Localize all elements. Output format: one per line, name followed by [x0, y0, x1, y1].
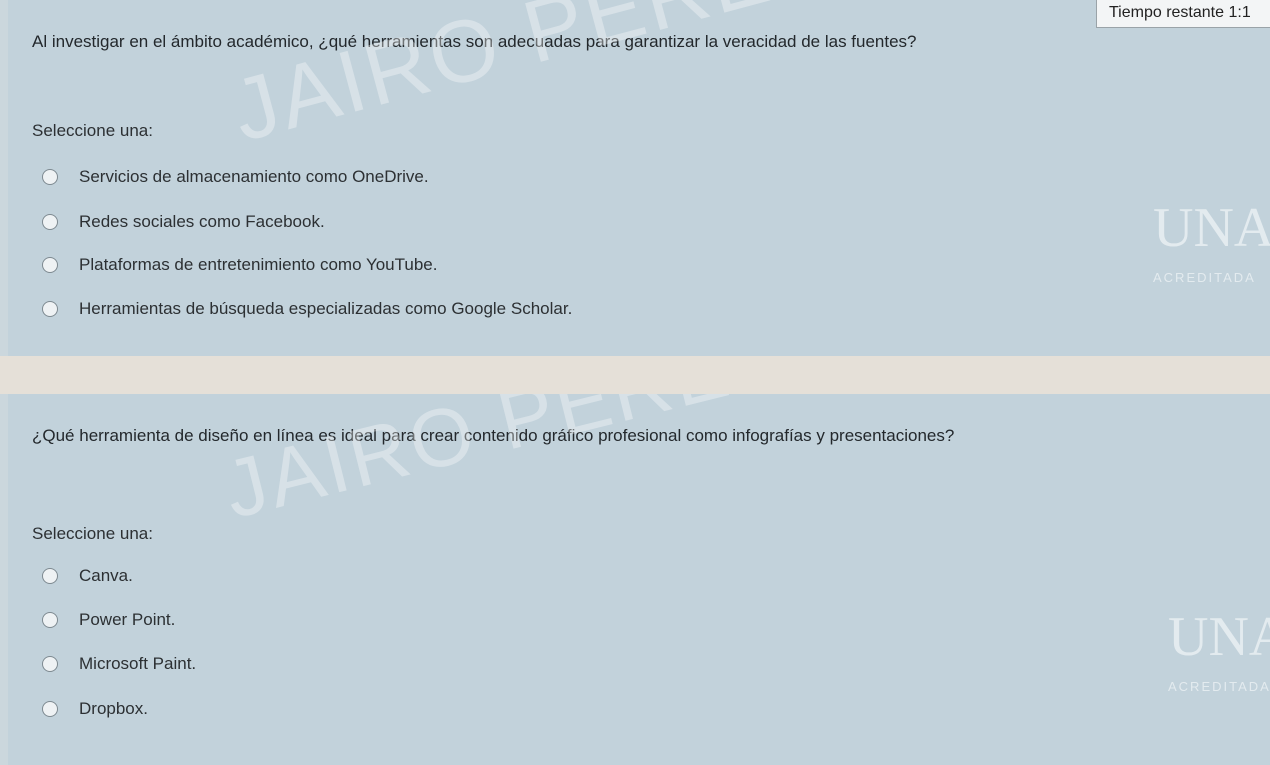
question-card-2: ¿Qué herramienta de diseño en línea es i… [8, 394, 1270, 765]
option-label: Redes sociales como Facebook. [79, 212, 325, 231]
option-power-point[interactable]: Power Point. [42, 608, 175, 632]
option-dropbox[interactable]: Dropbox. [42, 697, 148, 721]
question-card-1: Al investigar en el ámbito académico, ¿q… [8, 0, 1270, 356]
question-text: Al investigar en el ámbito académico, ¿q… [32, 32, 917, 51]
radio-button[interactable] [42, 257, 58, 273]
question-separator [0, 356, 1270, 394]
option-youtube[interactable]: Plataformas de entretenimiento como YouT… [42, 253, 437, 277]
radio-button[interactable] [42, 301, 58, 317]
option-microsoft-paint[interactable]: Microsoft Paint. [42, 652, 196, 676]
option-label: Plataformas de entretenimiento como YouT… [79, 255, 438, 274]
option-onedrive[interactable]: Servicios de almacenamiento como OneDriv… [42, 165, 429, 189]
time-remaining: Tiempo restante 1:1 [1096, 0, 1270, 28]
option-label: Microsoft Paint. [79, 654, 197, 673]
option-label: Power Point. [79, 610, 176, 629]
option-label: Servicios de almacenamiento como OneDriv… [79, 167, 429, 186]
radio-button[interactable] [42, 568, 58, 584]
radio-button[interactable] [42, 656, 58, 672]
timer-label: Tiempo restante [1109, 4, 1225, 21]
option-google-scholar[interactable]: Herramientas de búsqueda especializadas … [42, 297, 572, 321]
option-label: Herramientas de búsqueda especializadas … [79, 299, 573, 318]
question-text: ¿Qué herramienta de diseño en línea es i… [32, 426, 955, 445]
radio-button[interactable] [42, 214, 58, 230]
university-logo: UNAD ACREDITADA [1153, 197, 1270, 285]
option-facebook[interactable]: Redes sociales como Facebook. [42, 210, 325, 234]
option-label: Dropbox. [79, 699, 148, 718]
select-one-prompt: Seleccione una: [32, 524, 153, 543]
select-one-prompt: Seleccione una: [32, 121, 153, 140]
option-label: Canva. [79, 566, 133, 585]
watermark-text: JAIRO PEREA CASTANO [215, 394, 1216, 538]
radio-button[interactable] [42, 701, 58, 717]
radio-button[interactable] [42, 169, 58, 185]
radio-button[interactable] [42, 612, 58, 628]
option-canva[interactable]: Canva. [42, 564, 133, 588]
timer-value: 1:1 [1228, 4, 1251, 21]
university-logo: UNAD ACREDITADA [1168, 606, 1270, 694]
